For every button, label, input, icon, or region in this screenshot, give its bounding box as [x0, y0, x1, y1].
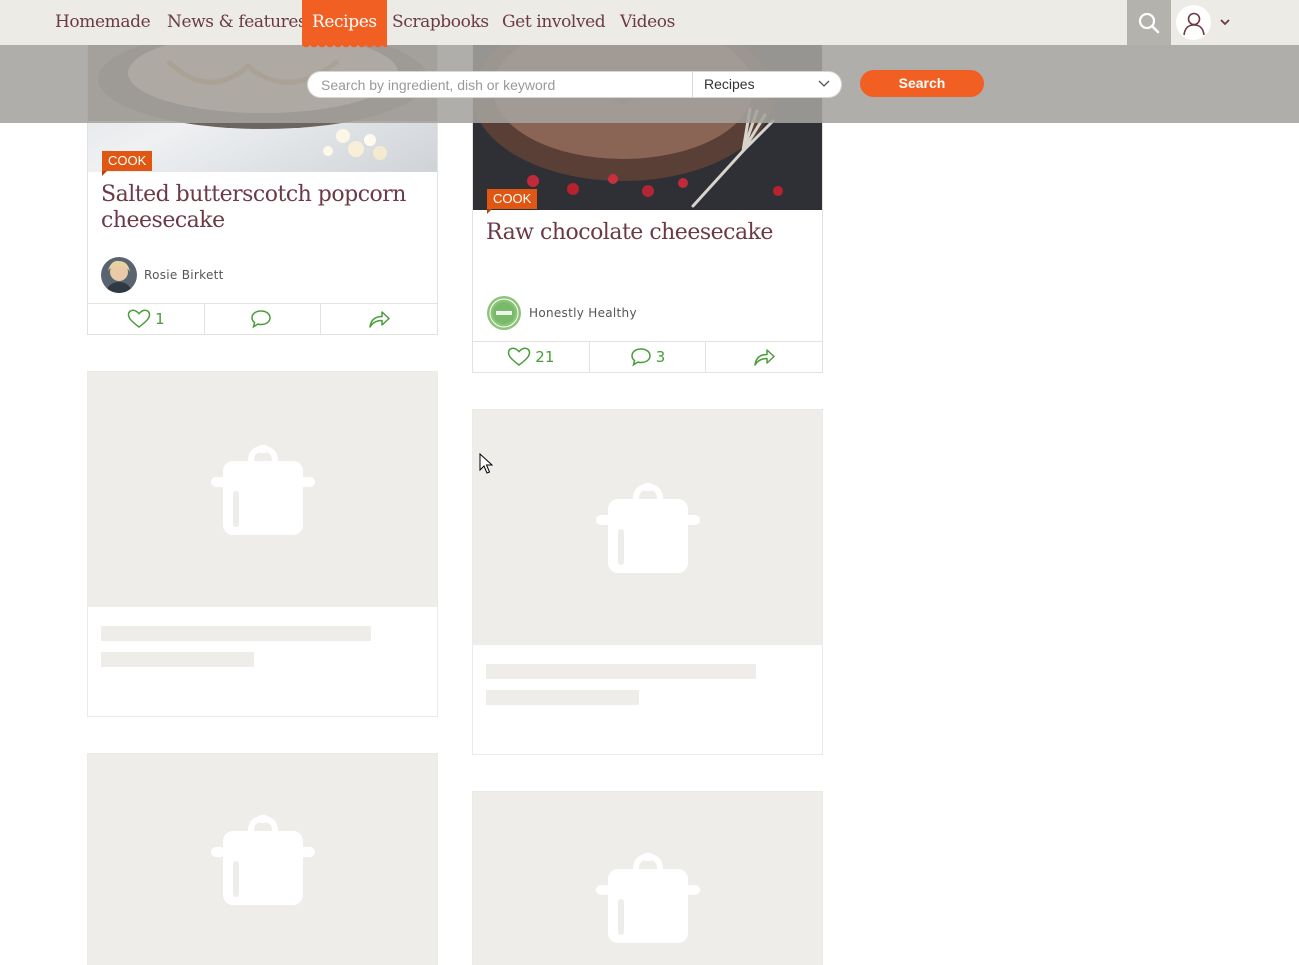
comment-icon	[250, 310, 271, 329]
nav-item-videos[interactable]: Videos	[620, 0, 675, 45]
recipe-title[interactable]: Raw chocolate cheesecake	[486, 220, 816, 246]
mouse-cursor-icon	[479, 453, 493, 474]
nav-item-news-features[interactable]: News & features	[167, 0, 307, 45]
nav-item-homemade[interactable]: Homemade	[55, 0, 151, 45]
author[interactable]: Honestly Healthy	[486, 295, 637, 331]
loading-card	[87, 753, 438, 965]
share-icon	[754, 349, 775, 366]
loading-card	[472, 791, 823, 965]
image-placeholder	[473, 792, 822, 965]
search-icon	[1138, 12, 1160, 33]
user-menu-button[interactable]	[1176, 5, 1211, 40]
loading-card	[87, 371, 438, 717]
text-placeholder	[486, 690, 639, 705]
author-name: Rosie Birkett	[144, 268, 224, 282]
text-placeholder	[486, 664, 756, 679]
like-count: 1	[155, 310, 165, 328]
text-placeholder	[101, 652, 254, 667]
card-actions: 21 3	[473, 341, 822, 372]
cooking-pot-icon	[595, 853, 700, 943]
share-button[interactable]	[320, 304, 437, 334]
like-count: 21	[535, 348, 555, 366]
like-button[interactable]: 21	[473, 342, 589, 372]
like-button[interactable]: 1	[88, 304, 204, 334]
chevron-down-icon	[818, 80, 830, 87]
cooking-pot-icon	[210, 815, 315, 905]
category-tag[interactable]: COOK	[102, 151, 153, 176]
loading-card	[472, 409, 823, 755]
nav-item-get-involved[interactable]: Get involved	[502, 0, 606, 45]
image-placeholder	[473, 410, 822, 645]
author[interactable]: Rosie Birkett	[101, 257, 224, 293]
image-placeholder	[88, 754, 437, 965]
heart-icon	[127, 309, 151, 328]
cooking-pot-icon	[595, 482, 700, 573]
top-navigation: Homemade News & features Recipes Scrapbo…	[0, 0, 1299, 52]
recipe-title[interactable]: Salted butterscotch popcorn cheesecake	[101, 182, 431, 234]
chevron-down-icon[interactable]	[1219, 17, 1231, 27]
search-input[interactable]	[307, 71, 693, 98]
nav-item-scrapbooks[interactable]: Scrapbooks	[392, 0, 489, 45]
image-placeholder	[88, 372, 437, 607]
share-icon	[369, 311, 390, 328]
search-category-value: Recipes	[704, 76, 755, 92]
card-actions: 1	[88, 303, 437, 334]
comment-icon	[630, 348, 651, 367]
search-category-select[interactable]: Recipes	[692, 71, 842, 98]
nav-search-button[interactable]	[1127, 0, 1171, 45]
avatar	[486, 295, 522, 331]
comment-button[interactable]: 3	[588, 342, 706, 372]
author-name: Honestly Healthy	[529, 306, 637, 320]
cooking-pot-icon	[210, 444, 315, 535]
share-button[interactable]	[705, 342, 822, 372]
comment-count: 3	[655, 348, 666, 366]
heart-icon	[508, 347, 531, 366]
category-tag[interactable]: COOK	[487, 189, 538, 214]
nav-item-recipes[interactable]: Recipes	[302, 0, 387, 52]
text-placeholder	[101, 626, 371, 641]
comment-button[interactable]	[203, 304, 321, 334]
user-icon	[1182, 12, 1205, 35]
search-button[interactable]: Search	[860, 70, 984, 97]
search-bar: Recipes Search	[0, 45, 1299, 123]
avatar	[101, 257, 137, 293]
